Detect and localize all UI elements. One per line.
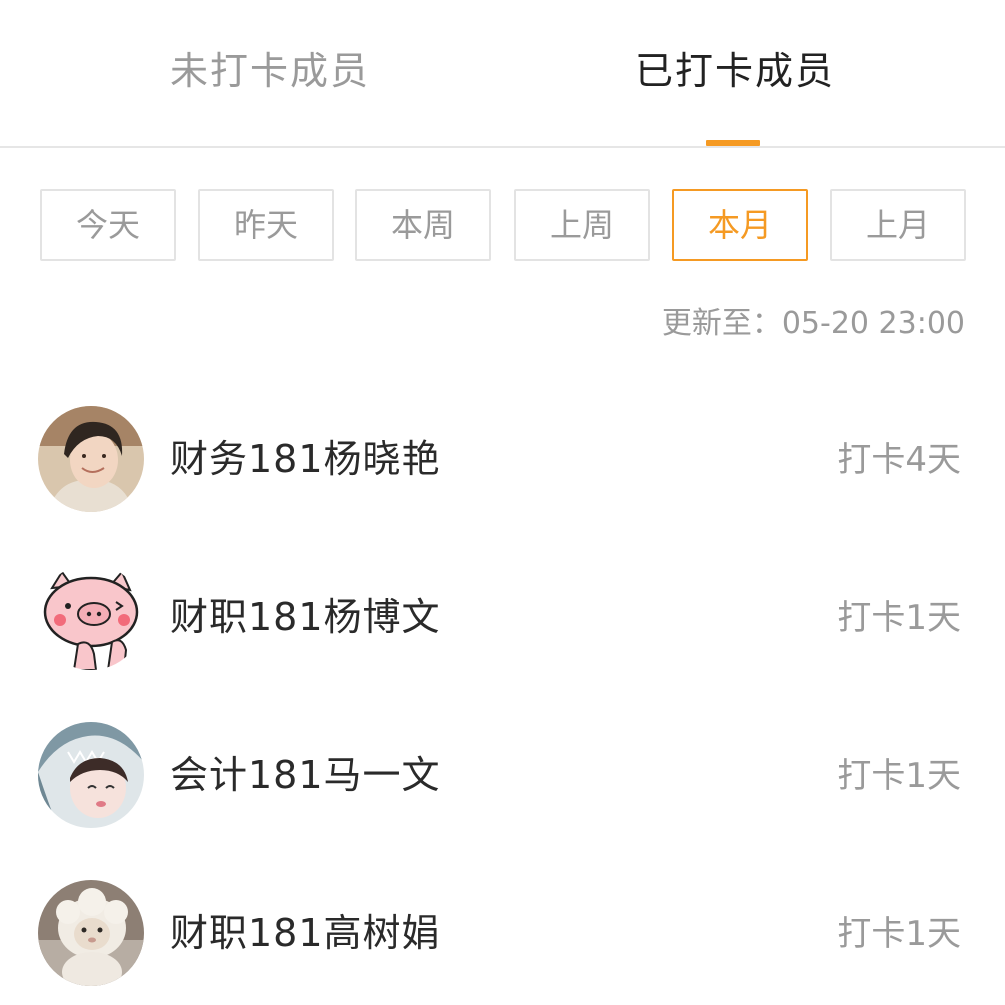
- checkin-members-screen: 未打卡成员 已打卡成员 今天 昨天 本周 上周 本月 上月 更新至：05-20 …: [0, 0, 1005, 1005]
- member-row[interactable]: 会计181马一文 打卡1天: [0, 722, 1005, 862]
- checkin-count: 打卡1天: [837, 598, 961, 638]
- girl-shark-hood-avatar-icon: [38, 722, 144, 828]
- member-name: 财务181杨晓艳: [170, 437, 441, 481]
- avatar: [38, 722, 144, 828]
- tab-checked-members[interactable]: 已打卡成员: [585, 44, 885, 98]
- member-name: 财职181杨博文: [170, 595, 441, 639]
- avatar: [38, 406, 144, 512]
- active-tab-indicator: [706, 140, 760, 146]
- member-name: 财职181高树娟: [170, 911, 441, 955]
- member-row[interactable]: 财职181杨博文 打卡1天: [0, 564, 1005, 704]
- member-row[interactable]: 财务181杨晓艳 打卡4天: [0, 406, 1005, 546]
- avatar: [38, 880, 144, 986]
- boy-photo-avatar-icon: [38, 406, 144, 512]
- filter-this-month[interactable]: 本月: [672, 189, 808, 261]
- checkin-count: 打卡1天: [837, 756, 961, 796]
- pig-cartoon-avatar-icon: [38, 564, 144, 670]
- member-row[interactable]: 财职181高树娟 打卡1天: [0, 880, 1005, 1005]
- filter-last-week[interactable]: 上周: [514, 189, 650, 261]
- filter-yesterday[interactable]: 昨天: [198, 189, 334, 261]
- avatar: [38, 564, 144, 670]
- filter-this-week[interactable]: 本周: [355, 189, 491, 261]
- checkin-count: 打卡4天: [837, 440, 961, 480]
- filter-today[interactable]: 今天: [40, 189, 176, 261]
- checkin-count: 打卡1天: [837, 914, 961, 954]
- sheep-plush-avatar-icon: [38, 880, 144, 986]
- update-time: 更新至：05-20 23:00: [661, 306, 965, 341]
- member-name: 会计181马一文: [170, 753, 441, 797]
- tab-unchecked-members[interactable]: 未打卡成员: [120, 44, 420, 98]
- filter-last-month[interactable]: 上月: [830, 189, 966, 261]
- member-tabs: 未打卡成员 已打卡成员: [0, 0, 1005, 148]
